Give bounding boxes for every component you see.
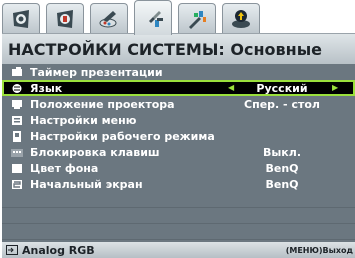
menu-row-background-color[interactable]: Цвет фона BenQ — [2, 160, 355, 176]
status-bar: Analog RGB (МЕНЮ) Выход — [2, 242, 355, 258]
presentation-timer-icon — [10, 66, 24, 78]
system-setup-basic-icon — [99, 11, 117, 28]
arrow-right-icon[interactable]: ▶ — [332, 83, 338, 92]
menu-row-empty — [2, 192, 355, 208]
menu-key-label: МЕНЮ — [289, 245, 319, 255]
menu-row-keypad-lock[interactable]: Блокировка клавиш Выкл. — [2, 144, 355, 160]
menu-settings-icon — [10, 114, 24, 126]
keypad-lock-icon — [10, 146, 24, 158]
projector-position-icon — [10, 98, 24, 110]
menu-row-projector-position[interactable]: Положение проектора Спер. - стол — [2, 96, 355, 112]
language-icon — [10, 82, 24, 94]
advanced-picture-icon — [57, 10, 73, 28]
system-setup-advanced-icon — [146, 11, 163, 27]
menu-tabs — [0, 0, 355, 35]
tab-picture[interactable] — [2, 3, 40, 34]
menu-row-value: BenQ — [265, 177, 299, 191]
menu-row-value: BenQ — [265, 161, 299, 175]
tab-advanced-picture[interactable] — [46, 3, 84, 34]
menu-row-label: Настройки рабочего режима — [30, 129, 215, 143]
menu-row-label: Положение проектора — [30, 97, 175, 111]
exit-hint[interactable]: (МЕНЮ) Выход — [286, 246, 353, 255]
background-color-icon — [10, 162, 24, 174]
menu-row-label: Начальный экран — [30, 177, 143, 191]
menu-row-operation-settings[interactable]: Настройки рабочего режима — [2, 128, 355, 144]
menu-row-language[interactable]: Язык ◀ Русский ▶ — [2, 80, 355, 96]
input-source: Analog RGB — [6, 244, 95, 257]
tab-system-setup-advanced[interactable] — [178, 3, 216, 34]
input-source-icon — [6, 245, 18, 255]
settings-menu: Таймер презентации Язык ◀ Русский ▶ Поло… — [2, 64, 355, 240]
exit-label: Выход — [322, 245, 353, 255]
menu-row-presentation-timer[interactable]: Таймер презентации — [2, 64, 355, 80]
picture-settings-icon — [13, 10, 29, 28]
menu-row-empty — [2, 208, 355, 224]
menu-row-splash-screen[interactable]: Начальный экран BenQ — [2, 176, 355, 192]
system-setup-advanced-icon — [189, 11, 206, 29]
menu-row-label: Таймер презентации — [30, 65, 163, 79]
menu-row-value: Спер. - стол — [244, 97, 320, 111]
menu-row-label: Цвет фона — [30, 161, 99, 175]
language-value[interactable]: Русский — [222, 82, 342, 95]
tab-system-setup-basic-active[interactable] — [134, 0, 172, 35]
menu-row-label: Блокировка клавиш — [30, 145, 160, 159]
menu-row-label: Настройки меню — [30, 113, 137, 127]
tab-system-setup-basic[interactable] — [90, 3, 128, 34]
operation-settings-icon — [10, 130, 24, 142]
tab-information[interactable] — [222, 3, 260, 34]
splash-screen-icon — [10, 178, 24, 190]
input-source-label: Analog RGB — [22, 243, 95, 257]
page-title: НАСТРОЙКИ СИСТЕМЫ: Основные — [2, 34, 355, 64]
menu-row-menu-settings[interactable]: Настройки меню — [2, 112, 355, 128]
information-icon — [232, 10, 250, 28]
menu-row-label: Язык — [30, 81, 63, 95]
menu-row-empty — [2, 224, 355, 240]
menu-row-value: Выкл. — [262, 145, 302, 159]
